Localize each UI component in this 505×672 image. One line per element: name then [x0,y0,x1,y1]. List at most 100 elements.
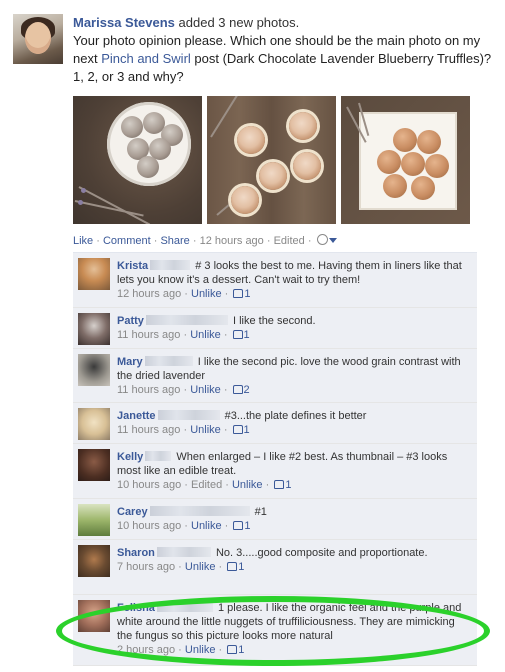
like-count[interactable]: 1 [285,479,291,491]
commenter-avatar[interactable] [78,504,110,536]
commenter-avatar[interactable] [78,354,110,386]
thumbs-up-icon [233,289,244,298]
post-actions-bar: Like · Comment · Share · 12 hours ago · … [73,234,337,248]
comment-meta: 11 hours ago · Unlike · 1 [117,329,250,341]
commenter-name-link[interactable]: Carey [117,506,148,518]
commenter-name-link[interactable]: Kelly [117,451,143,463]
like-count[interactable]: 1 [238,561,244,573]
like-count[interactable]: 1 [244,288,250,300]
unlike-link[interactable]: Unlike [190,424,221,436]
truffle [121,116,143,138]
redacted-surname [157,410,220,420]
truffle [425,154,449,178]
commenter-avatar[interactable] [78,449,110,481]
comment-timestamp[interactable]: 11 hours ago [117,384,180,396]
comment-link[interactable]: Comment [103,235,151,247]
comment-meta: 7 hours ago · Unlike · 1 [117,561,245,573]
commenter-avatar[interactable] [78,408,110,440]
post-timestamp[interactable]: 12 hours ago [200,235,264,247]
commenter-avatar[interactable] [78,258,110,290]
comment-item: Mary I like the second pic. love the woo… [73,349,477,403]
truffle [393,128,417,152]
unlike-link[interactable]: Unlike [190,329,221,341]
commenter-name-link[interactable]: Patty [117,315,144,327]
comment-item: Kelly When enlarged – I like #2 best. As… [73,444,477,499]
comment-item: Carey #1 10 hours ago · Unlike · 1 [73,499,477,540]
chevron-down-icon[interactable] [328,238,337,243]
unlike-link[interactable]: Unlike [185,561,216,573]
white-bowl [107,102,191,186]
like-count[interactable]: 2 [244,384,250,396]
truffle-cup [289,112,317,140]
commenter-name-link[interactable]: Mary [117,356,143,368]
comment-text: #1 [251,506,267,518]
truffle-cup [259,162,287,190]
comment-body: Carey #1 10 hours ago · Unlike · 1 [117,505,467,533]
truffle [417,130,441,154]
unlike-link[interactable]: Unlike [191,520,222,532]
post-headline: Marissa Stevens added 3 new photos. [73,13,493,32]
comment-timestamp[interactable]: 12 hours ago [117,288,181,300]
redacted-surname [145,315,228,325]
comment-meta: 12 hours ago · Unlike · 1 [117,288,251,300]
comment-body: Kelly When enlarged – I like #2 best. As… [117,450,467,492]
comment-body: Patty I like the second. 11 hours ago · … [117,314,467,342]
separator-dot: · [93,235,103,247]
unlike-link[interactable]: Unlike [232,479,263,491]
avatar-face [25,22,51,54]
commenter-name-link[interactable]: Sharon [117,547,155,559]
post-edited-label[interactable]: Edited [274,235,305,247]
truffle [383,174,407,198]
thumbs-up-icon [232,385,243,394]
comment-timestamp[interactable]: 11 hours ago [117,329,180,341]
comment-text: I like the second. [229,315,316,327]
truffle [401,152,425,176]
comment-meta: 10 hours ago · Edited · Unlike · 1 [117,479,292,491]
truffle [411,176,435,200]
redacted-surname [150,260,191,270]
unlike-link[interactable]: Unlike [191,288,222,300]
comment-body: Sharon No. 3.....good composite and prop… [117,546,467,574]
like-link[interactable]: Like [73,235,93,247]
comment-text: No. 3.....good composite and proportiona… [212,547,428,559]
like-count[interactable]: 1 [244,520,250,532]
post-body: Marissa Stevens added 3 new photos. Your… [73,13,493,86]
thumbs-up-icon [274,480,285,489]
commenter-avatar[interactable] [78,313,110,345]
comment-edited-label[interactable]: Edited [191,479,222,491]
thumbs-up-icon [232,425,243,434]
thumbs-up-icon [227,562,238,571]
commenter-name-link[interactable]: Krista [117,260,148,272]
photo-3[interactable] [341,96,470,224]
commenter-avatar[interactable] [78,545,110,577]
like-count[interactable]: 1 [244,424,250,436]
comment-text: #3...the plate defines it better [221,410,367,422]
comment-timestamp[interactable]: 10 hours ago [117,520,181,532]
white-plate [361,114,455,208]
comment-timestamp[interactable]: 11 hours ago [117,424,180,436]
commenter-name-link[interactable]: Janette [117,410,156,422]
globe-icon[interactable] [316,234,328,245]
separator-dot: · [304,235,315,247]
photo-2[interactable] [207,96,336,224]
unlike-link[interactable]: Unlike [190,384,221,396]
comment-item: Sharon No. 3.....good composite and prop… [73,540,477,595]
comment-timestamp[interactable]: 7 hours ago [117,561,175,573]
like-count[interactable]: 1 [244,329,250,341]
poster-avatar[interactable] [13,14,63,64]
comment-body: Mary I like the second pic. love the woo… [117,355,467,397]
poster-name-link[interactable]: Marissa Stevens [73,15,175,30]
redacted-surname [149,506,250,516]
comment-timestamp[interactable]: 10 hours ago [117,479,181,491]
photo-post: Marissa Stevens added 3 new photos. Your… [0,0,505,672]
share-link[interactable]: Share [160,235,189,247]
comment-item: Janette #3...the plate defines it better… [73,403,477,444]
separator-dot: · [263,235,274,247]
photo-strip [73,96,473,224]
pinch-and-swirl-link[interactable]: Pinch and Swirl [101,51,191,66]
redacted-surname [144,356,193,366]
comment-meta: 11 hours ago · Unlike · 2 [117,384,250,396]
truffle-cup [231,186,259,214]
post-action-text: added 3 new photos. [174,15,300,30]
photo-1[interactable] [73,96,202,224]
